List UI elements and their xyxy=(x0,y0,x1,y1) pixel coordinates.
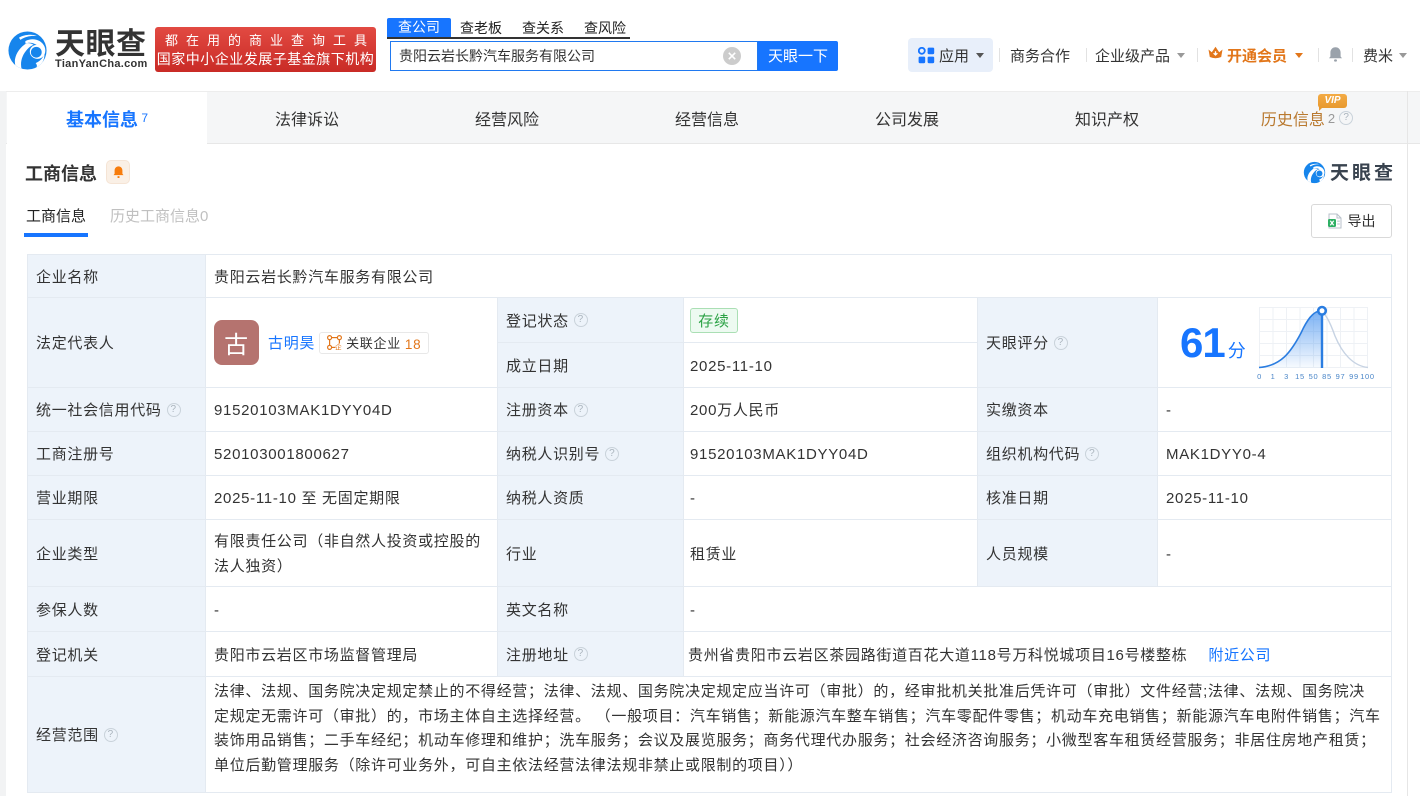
svg-text:企: 企 xyxy=(335,341,342,350)
svg-text:100: 100 xyxy=(1361,372,1376,381)
svg-text:50: 50 xyxy=(1309,372,1319,381)
svg-text:99: 99 xyxy=(1350,372,1360,381)
svg-text:15: 15 xyxy=(1296,372,1306,381)
svg-text:85: 85 xyxy=(1323,372,1333,381)
svg-text:97: 97 xyxy=(1336,372,1346,381)
svg-text:0: 0 xyxy=(1257,372,1262,381)
svg-text:3: 3 xyxy=(1284,372,1289,381)
svg-text:1: 1 xyxy=(1271,372,1276,381)
